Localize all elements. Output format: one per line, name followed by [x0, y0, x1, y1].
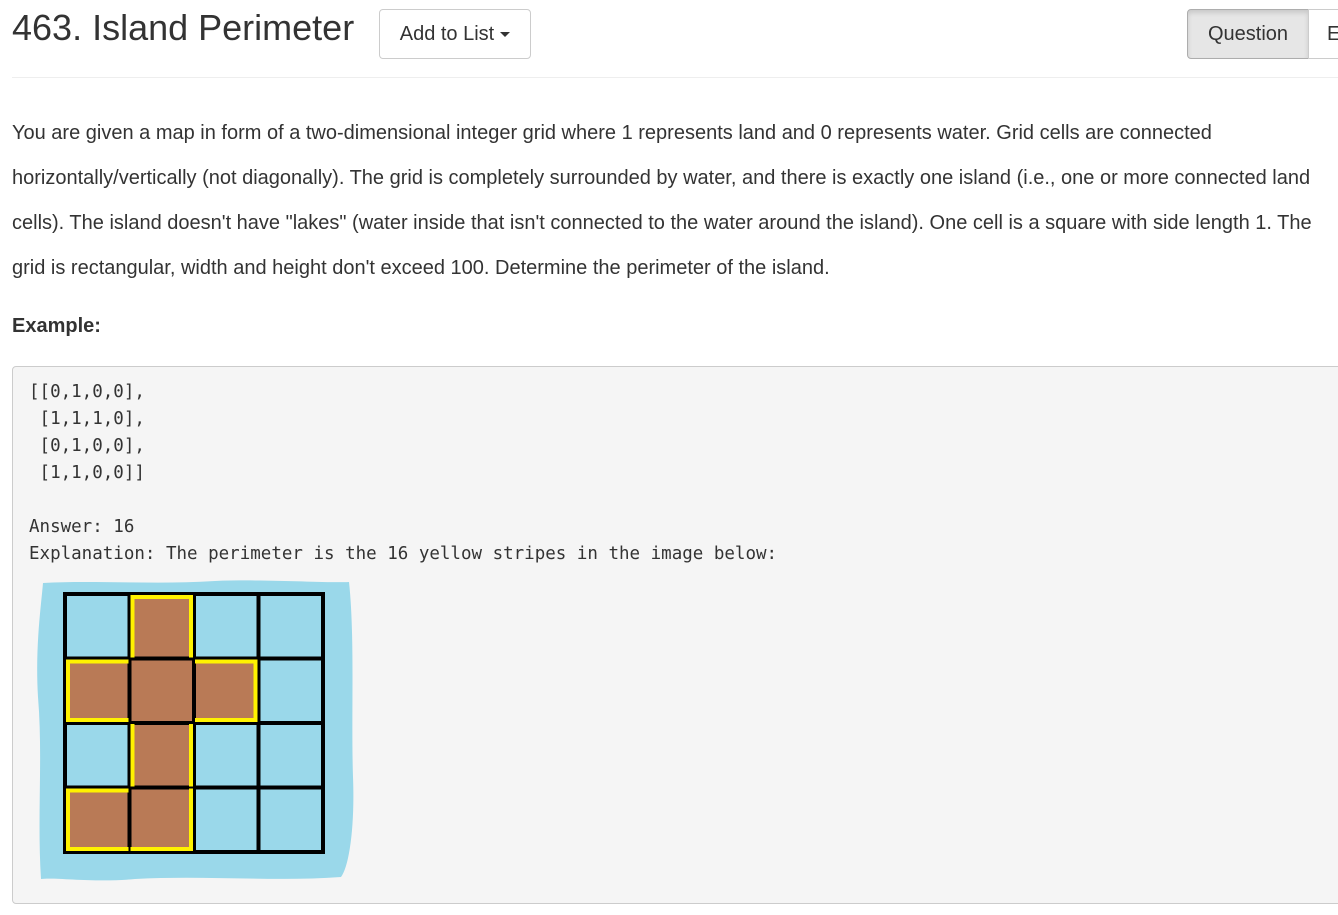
page-title: 463. Island Perimeter [12, 7, 355, 48]
water-cell [194, 594, 259, 659]
add-to-list-button[interactable]: Add to List [379, 9, 531, 59]
land-cell [65, 658, 130, 723]
header-divider [12, 77, 1338, 78]
water-cell [194, 787, 259, 852]
land-cell [129, 787, 194, 852]
land-cell [65, 787, 130, 852]
land-cell [129, 658, 194, 723]
land-cell [129, 723, 194, 788]
problem-header: 463. Island Perimeter Add to List Questi… [0, 0, 1338, 78]
water-cell [258, 723, 323, 788]
tab-editorial[interactable]: E [1308, 9, 1338, 59]
example-code-block: [[0,1,0,0], [1,1,1,0], [0,1,0,0], [1,1,0… [12, 366, 1338, 904]
water-cell [258, 594, 323, 659]
water-cell [194, 723, 259, 788]
add-to-list-label: Add to List [399, 22, 495, 45]
example-heading: Example: [12, 315, 101, 337]
land-cell [194, 658, 259, 723]
water-cell [258, 787, 323, 852]
water-cell [258, 658, 323, 723]
island-perimeter-figure [37, 580, 354, 881]
example-code: [[0,1,0,0], [1,1,1,0], [0,1,0,0], [1,1,0… [29, 382, 778, 564]
water-cell [65, 723, 130, 788]
caret-down-icon [500, 31, 511, 37]
tab-question[interactable]: Question [1187, 9, 1309, 59]
water-cell [65, 594, 130, 659]
land-cell [129, 594, 194, 659]
problem-description: You are given a map in form of a two-dim… [12, 122, 1312, 279]
